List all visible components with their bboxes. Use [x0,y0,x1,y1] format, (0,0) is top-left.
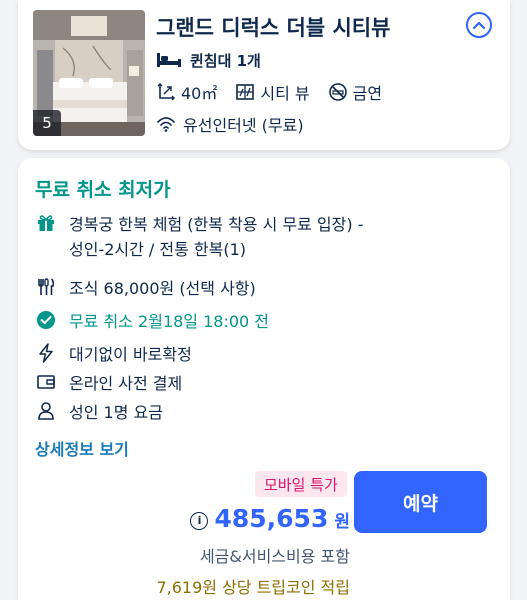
breakfast-text: 조식 68,000원 (선택 사항) [69,279,256,298]
smoking-spec: 금연 [328,80,382,104]
price-info-icon[interactable]: i [190,511,209,530]
room-card: 5 그랜드 디럭스 더블 시티뷰 퀸침대 1개 40㎡ 시티 뷰 금연 유선인터… [18,0,510,150]
no-smoking-icon [328,83,347,101]
free-cancellation-info: 무료 취소 2월18일 18:00 전 [35,309,269,334]
occupancy-text: 성인 1명 요금 [69,403,163,422]
gift-icon [35,212,57,234]
occupancy-info: 성인 1명 요금 [35,400,163,425]
room-size-text: 40㎡ [181,84,218,103]
person-icon [35,400,57,422]
room-name: 그랜드 디럭스 더블 시티뷰 [156,16,391,40]
price: i 485,653 원 [190,504,350,533]
instant-confirmation-info: 대기없이 바로확정 [35,342,192,367]
rate-option-card: 무료 취소 최저가 경복궁 한복 체험 (한복 착용 시 무료 입장) - 성인… [18,158,510,600]
chevron-up-icon [472,21,486,30]
package-benefit-line2: 성인-2시간 / 전통 한복(1) [69,240,247,259]
view-text: 시티 뷰 [260,84,310,103]
prepayment-info: 온라인 사전 결제 [35,371,182,396]
smoking-text: 금연 [352,84,383,103]
prepayment-text: 온라인 사전 결제 [69,374,183,393]
price-amount: 485,653 [214,504,329,533]
lightning-icon [35,342,57,364]
view-spec: 시티 뷰 [235,80,310,104]
internet-info: 유선인터넷 (무료) [156,112,304,136]
room-photo[interactable]: 5 [33,10,145,136]
room-size-spec: 40㎡ [156,80,217,104]
price-currency: 원 [334,512,350,532]
view-details-link[interactable]: 상세정보 보기 [35,436,129,460]
check-circle-icon [35,309,57,331]
room-specs: 40㎡ 시티 뷰 금연 [156,80,400,104]
window-view-icon [236,84,255,100]
free-cancellation-text: 무료 취소 2월18일 18:00 전 [69,312,270,331]
room-size-icon [157,83,175,101]
cutlery-icon [35,276,57,298]
trip-coins-note: 7,619원 상당 트립코인 적립 [156,578,350,597]
tax-note: 세금&서비스비용 포함 [199,547,350,566]
bed-info: 퀸침대 1개 [156,49,261,71]
rate-title: 무료 취소 최저가 [35,179,171,201]
breakfast-info: 조식 68,000원 (선택 사항) [35,276,256,301]
internet-text: 유선인터넷 (무료) [183,116,304,135]
collapse-button[interactable] [466,12,492,38]
package-benefit-line1: 경복궁 한복 체험 (한복 착용 시 무료 입장) - [69,215,364,234]
instant-confirmation-text: 대기없이 바로확정 [69,345,192,364]
photo-count-badge: 5 [33,110,61,136]
package-benefit: 경복궁 한복 체험 (한복 착용 시 무료 입장) - 성인-2시간 / 전통 … [35,212,363,262]
mobile-deal-badge: 모바일 특가 [255,471,347,497]
wifi-icon [157,117,175,132]
book-button[interactable]: 예약 [354,471,487,533]
wallet-icon [35,371,57,393]
bed-icon [157,53,181,67]
bed-label: 퀸침대 1개 [190,51,261,70]
